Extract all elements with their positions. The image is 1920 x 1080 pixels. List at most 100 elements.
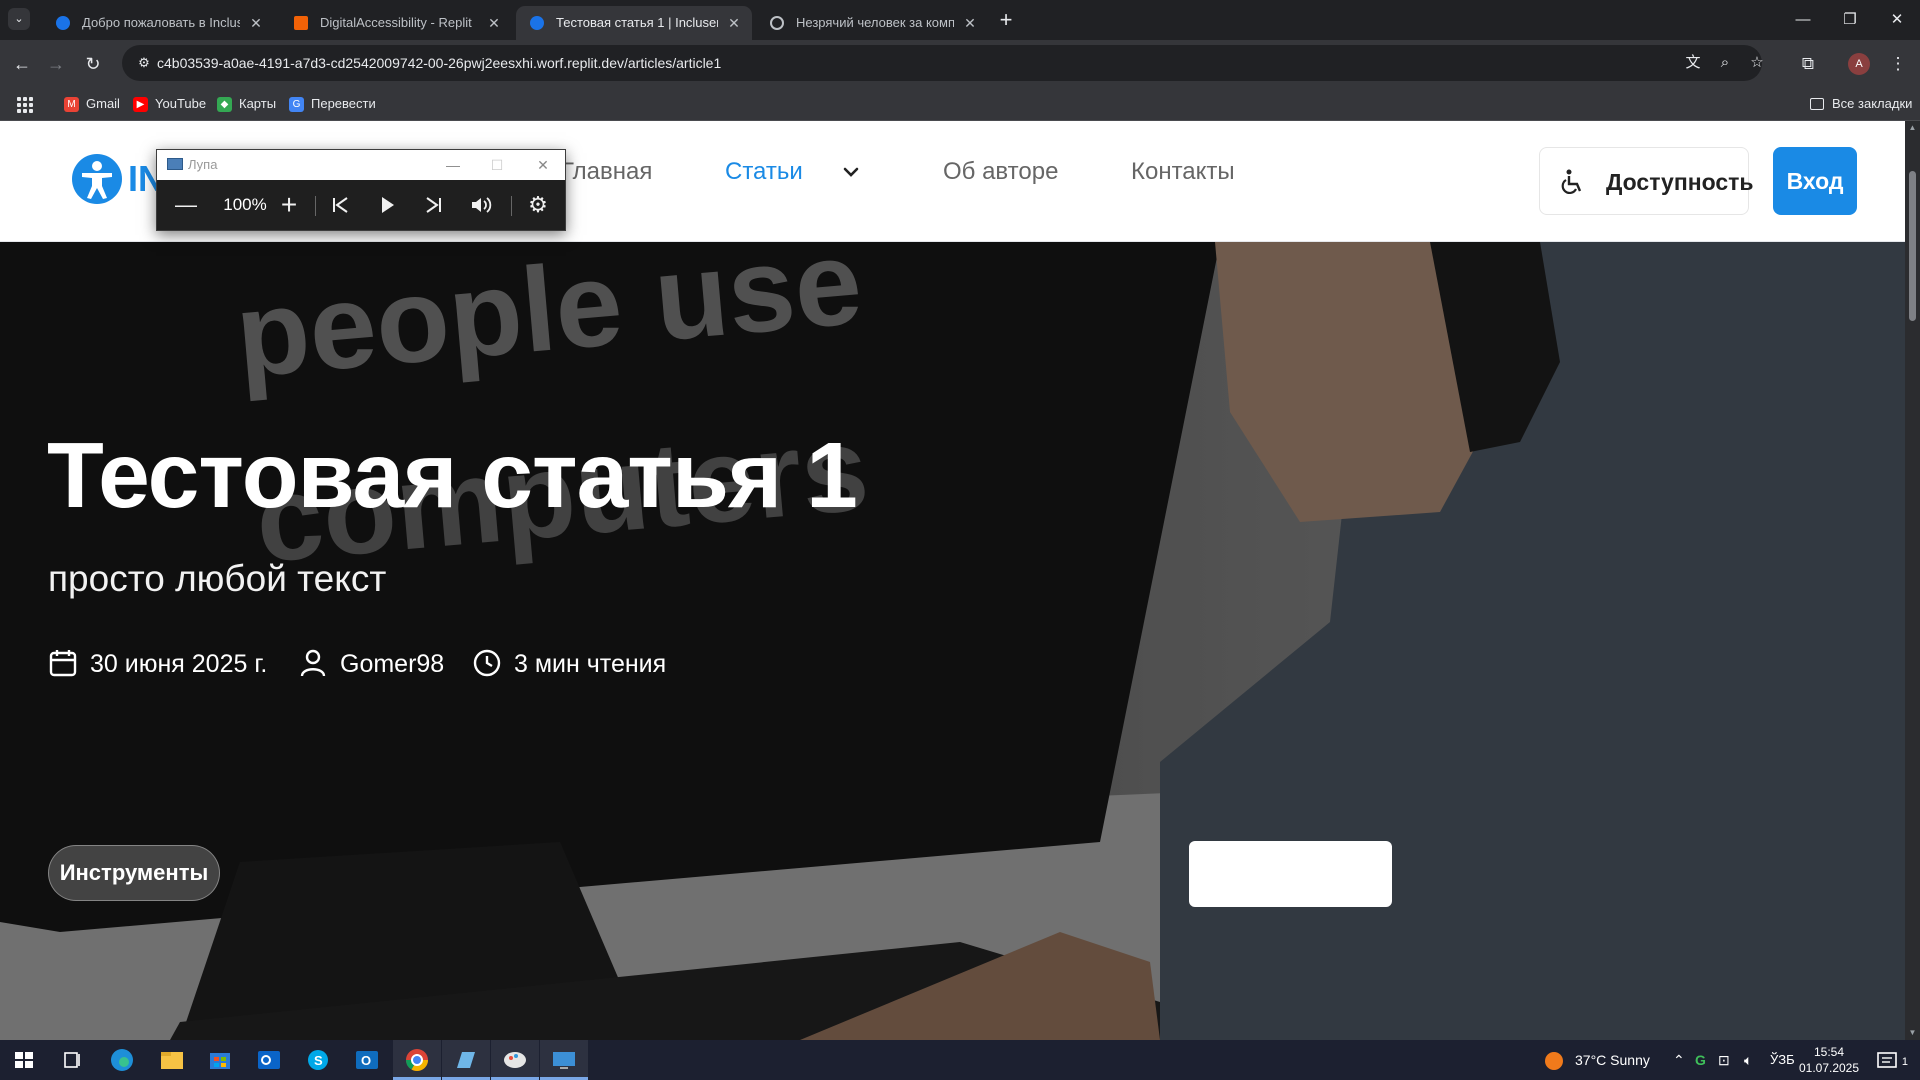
restore-icon[interactable]: ❐ bbox=[1827, 6, 1873, 34]
chevron-down-icon[interactable] bbox=[840, 161, 862, 183]
zoom-out-icon[interactable]: — bbox=[168, 187, 204, 223]
zoom-icon[interactable]: ⌕ bbox=[1715, 53, 1735, 73]
menu-icon[interactable]: ⋮ bbox=[1884, 50, 1912, 78]
language-indicator[interactable]: ЎЗБ bbox=[1770, 1040, 1795, 1080]
nav-about[interactable]: Об авторе bbox=[943, 155, 1058, 189]
app-tray-icon[interactable]: G bbox=[1695, 1040, 1706, 1080]
tab-incluser-welcome[interactable]: Добро пожаловать в IncluserI ✕ bbox=[42, 6, 274, 40]
bookmark-translate[interactable]: G Перевести bbox=[289, 88, 376, 120]
forward-icon[interactable]: → bbox=[42, 50, 70, 78]
back-icon[interactable]: ← bbox=[8, 50, 36, 78]
notifications-icon[interactable]: 1 bbox=[1876, 1040, 1908, 1080]
tab-close-icon[interactable]: ✕ bbox=[248, 6, 264, 40]
weather-widget[interactable]: 37°C Sunny bbox=[1543, 1040, 1650, 1080]
page-scrollbar[interactable]: ▲ ▼ bbox=[1905, 121, 1920, 1040]
chrome-icon[interactable] bbox=[393, 1040, 441, 1080]
remote-desktop-icon[interactable] bbox=[540, 1040, 588, 1080]
login-button[interactable]: Вход bbox=[1773, 147, 1857, 215]
scroll-down-icon[interactable]: ▼ bbox=[1905, 1026, 1920, 1040]
sun-icon bbox=[1545, 1052, 1563, 1071]
incluser-icon bbox=[530, 16, 544, 30]
apps-grid-icon[interactable] bbox=[17, 97, 33, 113]
web-page: INC Главная Статьи Об авторе Контакты До… bbox=[0, 121, 1905, 1040]
skype-icon[interactable]: S bbox=[294, 1040, 342, 1080]
store-icon[interactable] bbox=[196, 1040, 244, 1080]
tab-article-active[interactable]: Тестовая статья 1 | Incluser ✕ bbox=[516, 6, 752, 40]
volume-icon[interactable]: 🔈︎ bbox=[1744, 1040, 1752, 1080]
notepad-icon[interactable] bbox=[442, 1040, 490, 1080]
tab-close-icon[interactable]: ✕ bbox=[962, 6, 978, 40]
magnifier-minimize-icon[interactable]: — bbox=[431, 150, 475, 180]
date-text: 30 июня 2025 г. bbox=[90, 650, 268, 678]
minimize-icon[interactable]: — bbox=[1780, 6, 1826, 34]
tray-chevron-icon[interactable]: ⌃ bbox=[1673, 1040, 1685, 1080]
paint-icon[interactable] bbox=[491, 1040, 539, 1080]
outlook-icon[interactable] bbox=[245, 1040, 293, 1080]
profile-avatar[interactable]: A bbox=[1848, 53, 1870, 75]
address-bar[interactable]: ⚙ c4b03539-a0ae-4191-a7d3-cd2542009742-0… bbox=[122, 45, 1764, 81]
read-from-here-icon[interactable] bbox=[463, 187, 499, 223]
magnifier-window[interactable]: Лупа — ☐ ✕ — 100% + ⚙ bbox=[156, 149, 566, 231]
svg-text:S: S bbox=[314, 1053, 323, 1068]
tab-close-icon[interactable]: ✕ bbox=[486, 6, 502, 40]
bookmark-youtube[interactable]: ▶ YouTube bbox=[133, 88, 206, 120]
start-icon[interactable] bbox=[0, 1040, 48, 1080]
zoom-level: 100% bbox=[223, 195, 267, 214]
magnifier-app-icon bbox=[167, 158, 183, 170]
zoom-in-icon[interactable]: + bbox=[271, 187, 307, 223]
magnifier-close-icon[interactable]: ✕ bbox=[521, 150, 565, 180]
network-icon[interactable]: ⊡ bbox=[1718, 1040, 1730, 1080]
scroll-up-icon[interactable]: ▲ bbox=[1905, 121, 1920, 135]
separator bbox=[315, 196, 316, 216]
magnifier-title: Лупа bbox=[188, 157, 218, 172]
notification-count: 1 bbox=[1901, 1056, 1909, 1068]
maps-icon: ◆ bbox=[217, 97, 232, 112]
close-window-icon[interactable]: ✕ bbox=[1874, 6, 1920, 34]
next-icon[interactable] bbox=[416, 187, 452, 223]
outlook-mail-icon[interactable]: O bbox=[343, 1040, 391, 1080]
tab-label: Незрячий человек за компью bbox=[796, 15, 954, 30]
clock-time: 15:54 bbox=[1813, 1045, 1845, 1059]
bookmark-maps[interactable]: ◆ Карты bbox=[217, 88, 276, 120]
bookmark-star-icon[interactable]: ☆ bbox=[1747, 53, 1767, 73]
all-bookmarks[interactable]: Все закладки bbox=[1810, 88, 1912, 120]
bookmark-gmail[interactable]: M Gmail bbox=[64, 88, 120, 120]
site-info-icon[interactable]: ⚙ bbox=[136, 55, 152, 71]
user-icon bbox=[300, 649, 326, 677]
logo-accessibility-icon[interactable] bbox=[72, 154, 122, 204]
nav-articles[interactable]: Статьи bbox=[725, 155, 803, 189]
translate-icon: G bbox=[289, 97, 304, 112]
bookmarks-bar: M Gmail ▶ YouTube ◆ Карты G Перевести Вс… bbox=[0, 88, 1920, 121]
separator bbox=[511, 196, 512, 216]
magnifier-maximize-icon[interactable]: ☐ bbox=[475, 150, 519, 180]
accessibility-button[interactable]: Доступность bbox=[1539, 147, 1754, 215]
tab-search-button[interactable]: ⌄ bbox=[8, 8, 30, 30]
globe-icon bbox=[770, 16, 784, 30]
nav-contacts[interactable]: Контакты bbox=[1131, 155, 1235, 189]
url-text[interactable]: c4b03539-a0ae-4191-a7d3-cd2542009742-00-… bbox=[157, 45, 721, 81]
article-hero: people use computers Тестовая статья 1 п… bbox=[0, 242, 1905, 1040]
tools-button[interactable]: Инструменты bbox=[48, 845, 220, 901]
play-icon[interactable] bbox=[369, 187, 405, 223]
clock[interactable]: 15:54 01.07.2025 bbox=[1795, 1044, 1863, 1076]
svg-text:O: O bbox=[361, 1053, 371, 1068]
tab-replit[interactable]: DigitalAccessibility - Replit ✕ bbox=[280, 6, 512, 40]
gear-icon[interactable]: ⚙ bbox=[520, 187, 556, 223]
blank-white-button[interactable] bbox=[1189, 841, 1392, 907]
file-explorer-icon[interactable] bbox=[148, 1040, 196, 1080]
nav-home[interactable]: Главная bbox=[561, 155, 652, 189]
edge-icon[interactable] bbox=[98, 1040, 146, 1080]
incluser-icon bbox=[56, 16, 70, 30]
new-tab-button[interactable]: + bbox=[993, 8, 1019, 34]
previous-icon[interactable] bbox=[322, 187, 358, 223]
windows-taskbar: S O 37°C Sunny ⌃ G ⊡ 🔈︎ ЎЗБ 15:54 01.07.… bbox=[0, 1040, 1920, 1080]
task-view-icon[interactable] bbox=[48, 1040, 96, 1080]
tab-blind-person[interactable]: Незрячий человек за компью ✕ bbox=[756, 6, 988, 40]
clock-date: 01.07.2025 bbox=[1798, 1061, 1860, 1075]
extensions-icon[interactable]: ⧉ bbox=[1794, 50, 1822, 78]
tab-close-icon[interactable]: ✕ bbox=[726, 6, 742, 40]
scroll-thumb[interactable] bbox=[1909, 171, 1916, 321]
translate-icon[interactable]: 文 bbox=[1683, 53, 1703, 73]
magnifier-titlebar[interactable]: Лупа — ☐ ✕ bbox=[157, 150, 565, 180]
reload-icon[interactable]: ↻ bbox=[79, 50, 107, 78]
